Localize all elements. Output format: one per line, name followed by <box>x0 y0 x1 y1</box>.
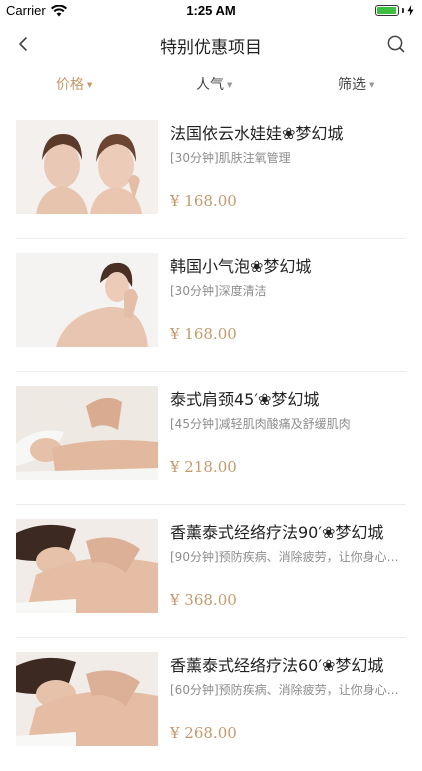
nav-bar: 特别优惠项目 <box>0 22 422 66</box>
chevron-down-icon: ▼ <box>227 81 233 89</box>
item-price: ¥ 368.00 <box>170 591 237 609</box>
item-name: 香薰泰式经络疗法90′❀梦幻城 <box>170 523 384 542</box>
item-thumbnail <box>16 120 158 214</box>
filter-popularity-label: 人气 <box>196 77 224 93</box>
filter-screen-label: 筛选 <box>338 77 366 93</box>
item-thumbnail <box>16 386 158 480</box>
filter-popularity[interactable]: 人气 ▼ <box>196 74 232 94</box>
chevron-down-icon: ▼ <box>87 81 93 89</box>
item-price: ¥ 268.00 <box>170 724 237 742</box>
item-description: [60分钟]预防疾病、消除疲劳，让你身心放松 <box>170 683 402 697</box>
offer-list: 法国依云水娃娃❀梦幻城 [30分钟]肌肤注氧管理 ¥ 168.00 韩国小气泡❀… <box>0 106 422 771</box>
item-thumbnail <box>16 253 158 347</box>
item-name: 法国依云水娃娃❀梦幻城 <box>170 124 344 143</box>
battery-icon <box>375 5 414 16</box>
item-name: 香薰泰式经络疗法60′❀梦幻城 <box>170 656 384 675</box>
item-description: [45分钟]减轻肌肉酸痛及舒缓肌肉 <box>170 417 351 431</box>
list-item[interactable]: 香薰泰式经络疗法60′❀梦幻城 [60分钟]预防疾病、消除疲劳，让你身心放松 ¥… <box>0 638 422 771</box>
filter-bar: 价格 ▼ 人气 ▼ 筛选 ▼ <box>0 66 422 102</box>
chevron-down-icon: ▼ <box>369 81 375 89</box>
item-name: 韩国小气泡❀梦幻城 <box>170 257 312 276</box>
item-price: ¥ 168.00 <box>170 192 237 210</box>
filter-screen[interactable]: 筛选 ▼ <box>338 74 374 94</box>
list-item[interactable]: 香薰泰式经络疗法90′❀梦幻城 [90分钟]预防疾病、消除疲劳，让你身心放松 ¥… <box>0 505 422 638</box>
item-thumbnail <box>16 519 158 613</box>
item-description: [30分钟]肌肤注氧管理 <box>170 151 291 165</box>
item-description: [90分钟]预防疾病、消除疲劳，让你身心放松 <box>170 550 402 564</box>
charging-bolt-icon <box>407 5 414 16</box>
item-price: ¥ 168.00 <box>170 325 237 343</box>
item-thumbnail <box>16 652 158 746</box>
item-name: 泰式肩颈45′❀梦幻城 <box>170 390 320 409</box>
item-description: [30分钟]深度清洁 <box>170 284 267 298</box>
status-bar: Carrier 1:25 AM <box>0 0 422 22</box>
list-item[interactable]: 泰式肩颈45′❀梦幻城 [45分钟]减轻肌肉酸痛及舒缓肌肉 ¥ 218.00 <box>0 372 422 505</box>
filter-price[interactable]: 价格 ▼ <box>56 74 92 94</box>
status-time: 1:25 AM <box>186 3 236 18</box>
page-title: 特别优惠项目 <box>160 38 262 58</box>
filter-price-label: 价格 <box>56 77 84 93</box>
list-item[interactable]: 法国依云水娃娃❀梦幻城 [30分钟]肌肤注氧管理 ¥ 168.00 <box>0 106 422 239</box>
list-item[interactable]: 韩国小气泡❀梦幻城 [30分钟]深度清洁 ¥ 168.00 <box>0 239 422 372</box>
search-icon[interactable] <box>384 32 408 56</box>
item-price: ¥ 218.00 <box>170 458 237 476</box>
